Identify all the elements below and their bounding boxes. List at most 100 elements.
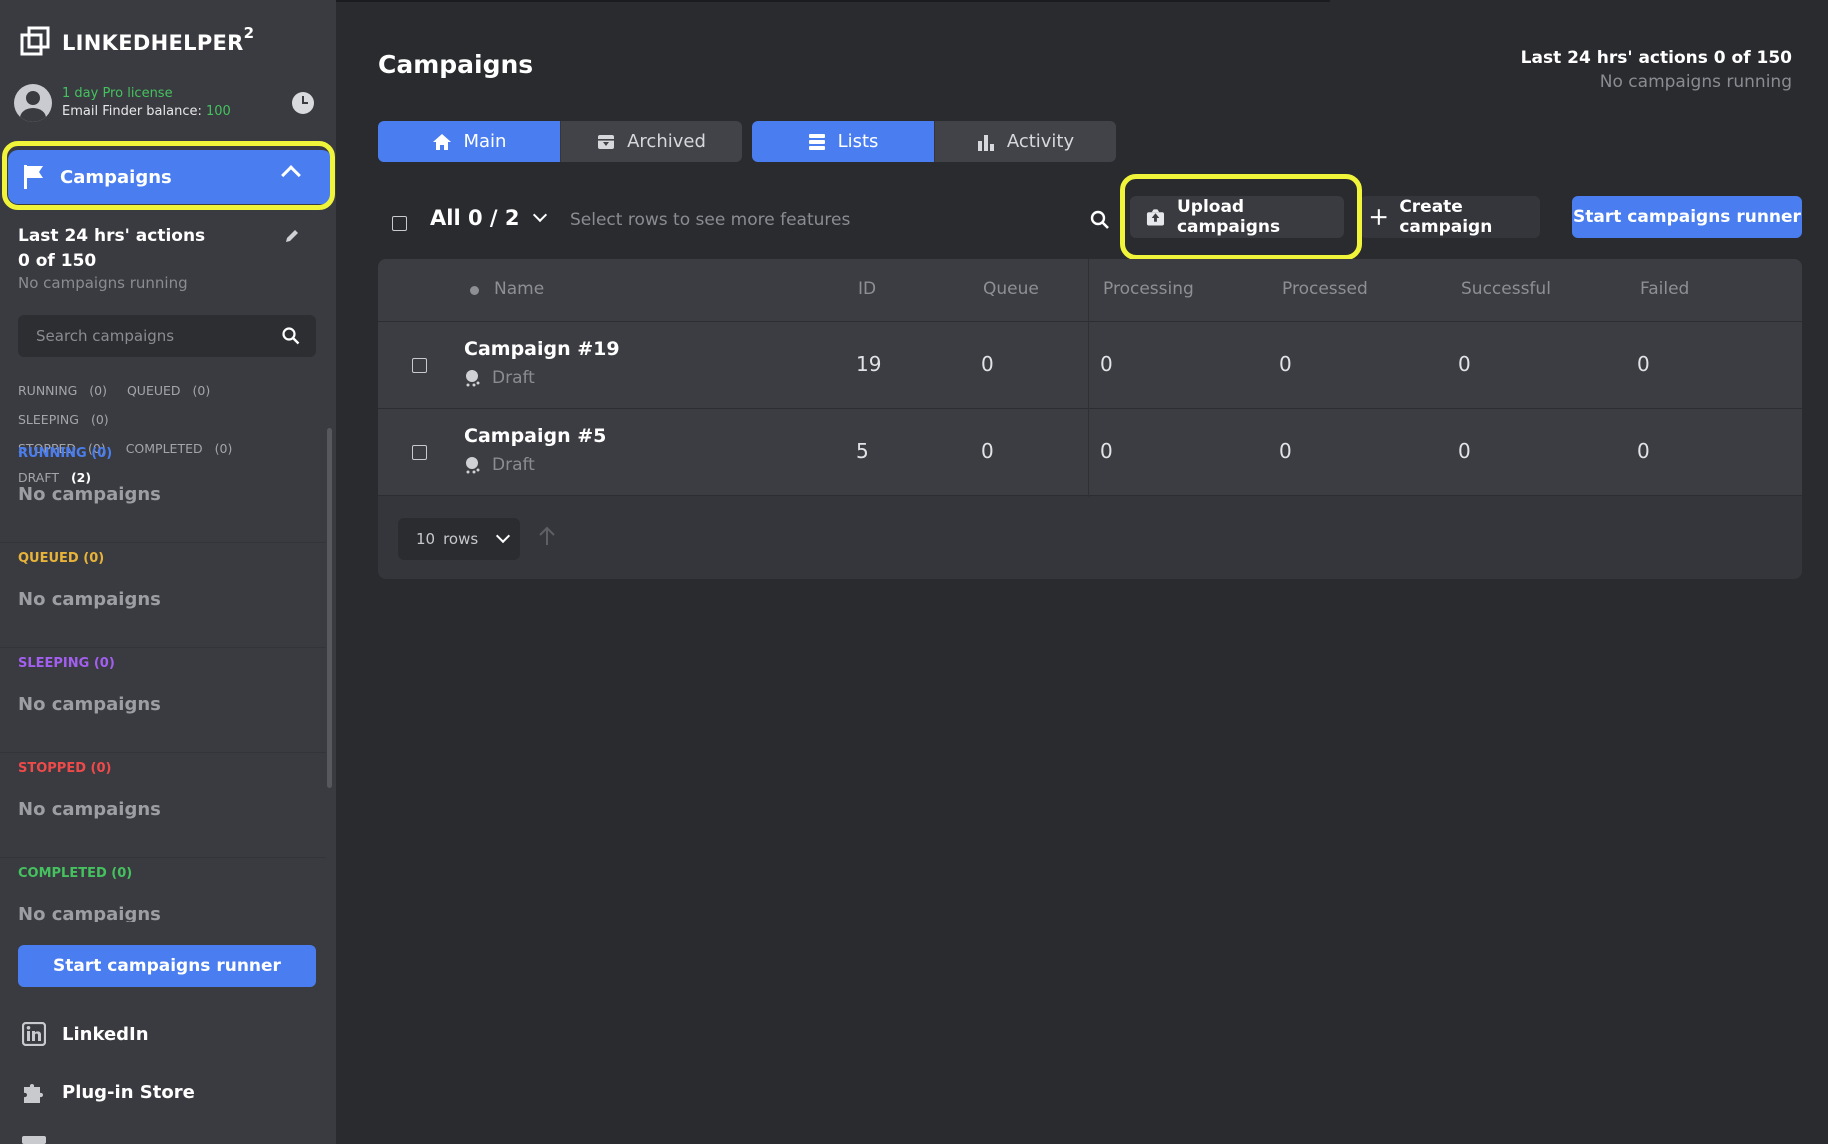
tab-activity[interactable]: Activity — [934, 121, 1116, 162]
column-divider — [1088, 259, 1089, 497]
draft-icon — [466, 370, 480, 387]
group-label[interactable]: RUNNING (0) — [18, 446, 112, 461]
group-running: RUNNING (0) No campaigns — [0, 438, 326, 543]
search-icon[interactable] — [282, 327, 300, 345]
cell-processing: 0 — [1100, 352, 1113, 376]
nav-more-cutoff[interactable] — [22, 1136, 46, 1144]
rows-per-page-select[interactable]: 10 rows — [398, 518, 520, 560]
more-icon — [22, 1136, 46, 1144]
chevron-down-icon — [496, 528, 511, 544]
filter-sleeping[interactable]: SLEEPING (0) — [18, 412, 117, 427]
top-divider — [336, 0, 1330, 2]
tab-archived[interactable]: Archived — [560, 121, 742, 162]
column-processing[interactable]: Processing — [1103, 279, 1194, 299]
group-label[interactable]: SLEEPING (0) — [18, 656, 115, 671]
license-label[interactable]: 1 day Pro license — [62, 85, 282, 103]
row-checkbox[interactable] — [412, 445, 427, 460]
search-campaigns-input[interactable]: Search campaigns — [18, 315, 316, 357]
cell-successful: 0 — [1458, 352, 1471, 376]
tab-bar: Main Archived Lists Activity — [378, 121, 1116, 162]
header-stats: Last 24 hrs' actions 0 of 150 No campaig… — [1521, 48, 1792, 92]
group-empty-text: No campaigns — [18, 484, 161, 505]
cell-processing: 0 — [1100, 439, 1113, 463]
tab-group-mode: Lists Activity — [752, 121, 1116, 162]
table-header: Name ID Queue Processing Processed Succe… — [378, 259, 1802, 322]
select-all-checkbox[interactable] — [392, 216, 407, 231]
sidebar-actions: Last 24 hrs' actions 0 of 150 — [18, 226, 206, 271]
column-id[interactable]: ID — [858, 279, 876, 299]
nav-plugin-store[interactable]: Plug-in Store — [22, 1079, 195, 1105]
arrow-up-icon[interactable] — [538, 526, 556, 546]
sidebar-start-runner-button[interactable]: Start campaigns runner — [18, 945, 316, 987]
group-empty-text: No campaigns — [18, 589, 161, 610]
draft-icon — [466, 457, 480, 474]
sidebar-scrollbar[interactable] — [327, 428, 332, 788]
nav-plugin-store-label: Plug-in Store — [62, 1081, 195, 1103]
group-label[interactable]: COMPLETED (0) — [18, 866, 132, 881]
cell-processed: 0 — [1279, 439, 1292, 463]
start-campaigns-runner-button[interactable]: Start campaigns runner — [1572, 196, 1802, 238]
nav-linkedin[interactable]: LinkedIn — [22, 1022, 149, 1046]
nav-linkedin-label: LinkedIn — [62, 1023, 149, 1045]
campaign-groups: RUNNING (0) No campaigns QUEUED (0) No c… — [0, 438, 326, 963]
sidebar: LINKEDHELPER2 1 day Pro license Email Fi… — [0, 0, 336, 1144]
cell-failed: 0 — [1637, 352, 1650, 376]
cell-successful: 0 — [1458, 439, 1471, 463]
column-failed[interactable]: Failed — [1640, 279, 1689, 299]
campaign-status: Draft — [464, 455, 535, 475]
highlight-campaigns — [2, 141, 335, 210]
page-title: Campaigns — [378, 50, 534, 79]
column-processed[interactable]: Processed — [1282, 279, 1368, 299]
group-sleeping: SLEEPING (0) No campaigns — [0, 648, 326, 753]
linkedhelper-logo-icon — [20, 26, 50, 56]
bottom-nav: LinkedIn Plug-in Store — [0, 1006, 336, 1144]
table-row[interactable]: Campaign #19 Draft 19 0 0 0 0 0 — [378, 322, 1802, 409]
email-finder-balance: Email Finder balance: 100 — [62, 104, 231, 119]
select-all-dropdown[interactable]: All 0 / 2 — [430, 206, 548, 230]
selection-hint: Select rows to see more features — [570, 210, 851, 230]
group-empty-text: No campaigns — [18, 694, 161, 715]
header-running-status: No campaigns running — [1599, 72, 1792, 92]
search-icon[interactable] — [1090, 210, 1110, 230]
cell-queue: 0 — [981, 439, 994, 463]
license-panel: 1 day Pro license Email Finder balance: … — [14, 84, 314, 122]
table-row[interactable]: Campaign #5 Draft 5 0 0 0 0 0 — [378, 409, 1802, 496]
column-successful[interactable]: Successful — [1461, 279, 1551, 299]
group-label[interactable]: STOPPED (0) — [18, 761, 111, 776]
home-icon — [432, 133, 451, 150]
table-toolbar: All 0 / 2 Select rows to see more featur… — [378, 196, 1802, 246]
column-name[interactable]: Name — [494, 279, 544, 299]
filter-running[interactable]: RUNNING (0) — [18, 383, 115, 398]
cell-id: 19 — [856, 352, 882, 376]
brand[interactable]: LINKEDHELPER2 — [20, 23, 255, 56]
group-queued: QUEUED (0) No campaigns — [0, 543, 326, 648]
tab-main[interactable]: Main — [378, 121, 560, 162]
cell-failed: 0 — [1637, 439, 1650, 463]
plus-icon — [1370, 209, 1387, 225]
avatar[interactable] — [14, 84, 52, 122]
clock-icon[interactable] — [292, 92, 314, 114]
create-campaign-button[interactable]: Create campaign — [1360, 196, 1540, 238]
group-label[interactable]: QUEUED (0) — [18, 551, 104, 566]
pencil-icon[interactable] — [284, 228, 300, 244]
highlight-upload — [1120, 174, 1362, 260]
cell-id: 5 — [856, 439, 869, 463]
sidebar-running-status: No campaigns running — [18, 274, 188, 292]
filter-queued[interactable]: QUEUED (0) — [127, 383, 218, 398]
puzzle-icon — [24, 1084, 43, 1103]
campaign-name[interactable]: Campaign #5 — [464, 425, 606, 447]
brand-name: LINKEDHELPER2 — [62, 23, 255, 55]
archive-icon — [598, 134, 615, 149]
group-empty-text: No campaigns — [18, 799, 161, 820]
tab-lists[interactable]: Lists — [752, 121, 934, 162]
bar-chart-icon — [977, 134, 994, 151]
status-dot-icon — [470, 286, 479, 295]
list-icon — [808, 133, 825, 150]
cell-queue: 0 — [981, 352, 994, 376]
column-queue[interactable]: Queue — [983, 279, 1039, 299]
linkedin-icon — [22, 1022, 46, 1046]
header-actions-count: Last 24 hrs' actions 0 of 150 — [1520, 48, 1792, 68]
chevron-down-icon — [533, 207, 548, 223]
row-checkbox[interactable] — [412, 358, 427, 373]
campaign-name[interactable]: Campaign #19 — [464, 338, 620, 360]
